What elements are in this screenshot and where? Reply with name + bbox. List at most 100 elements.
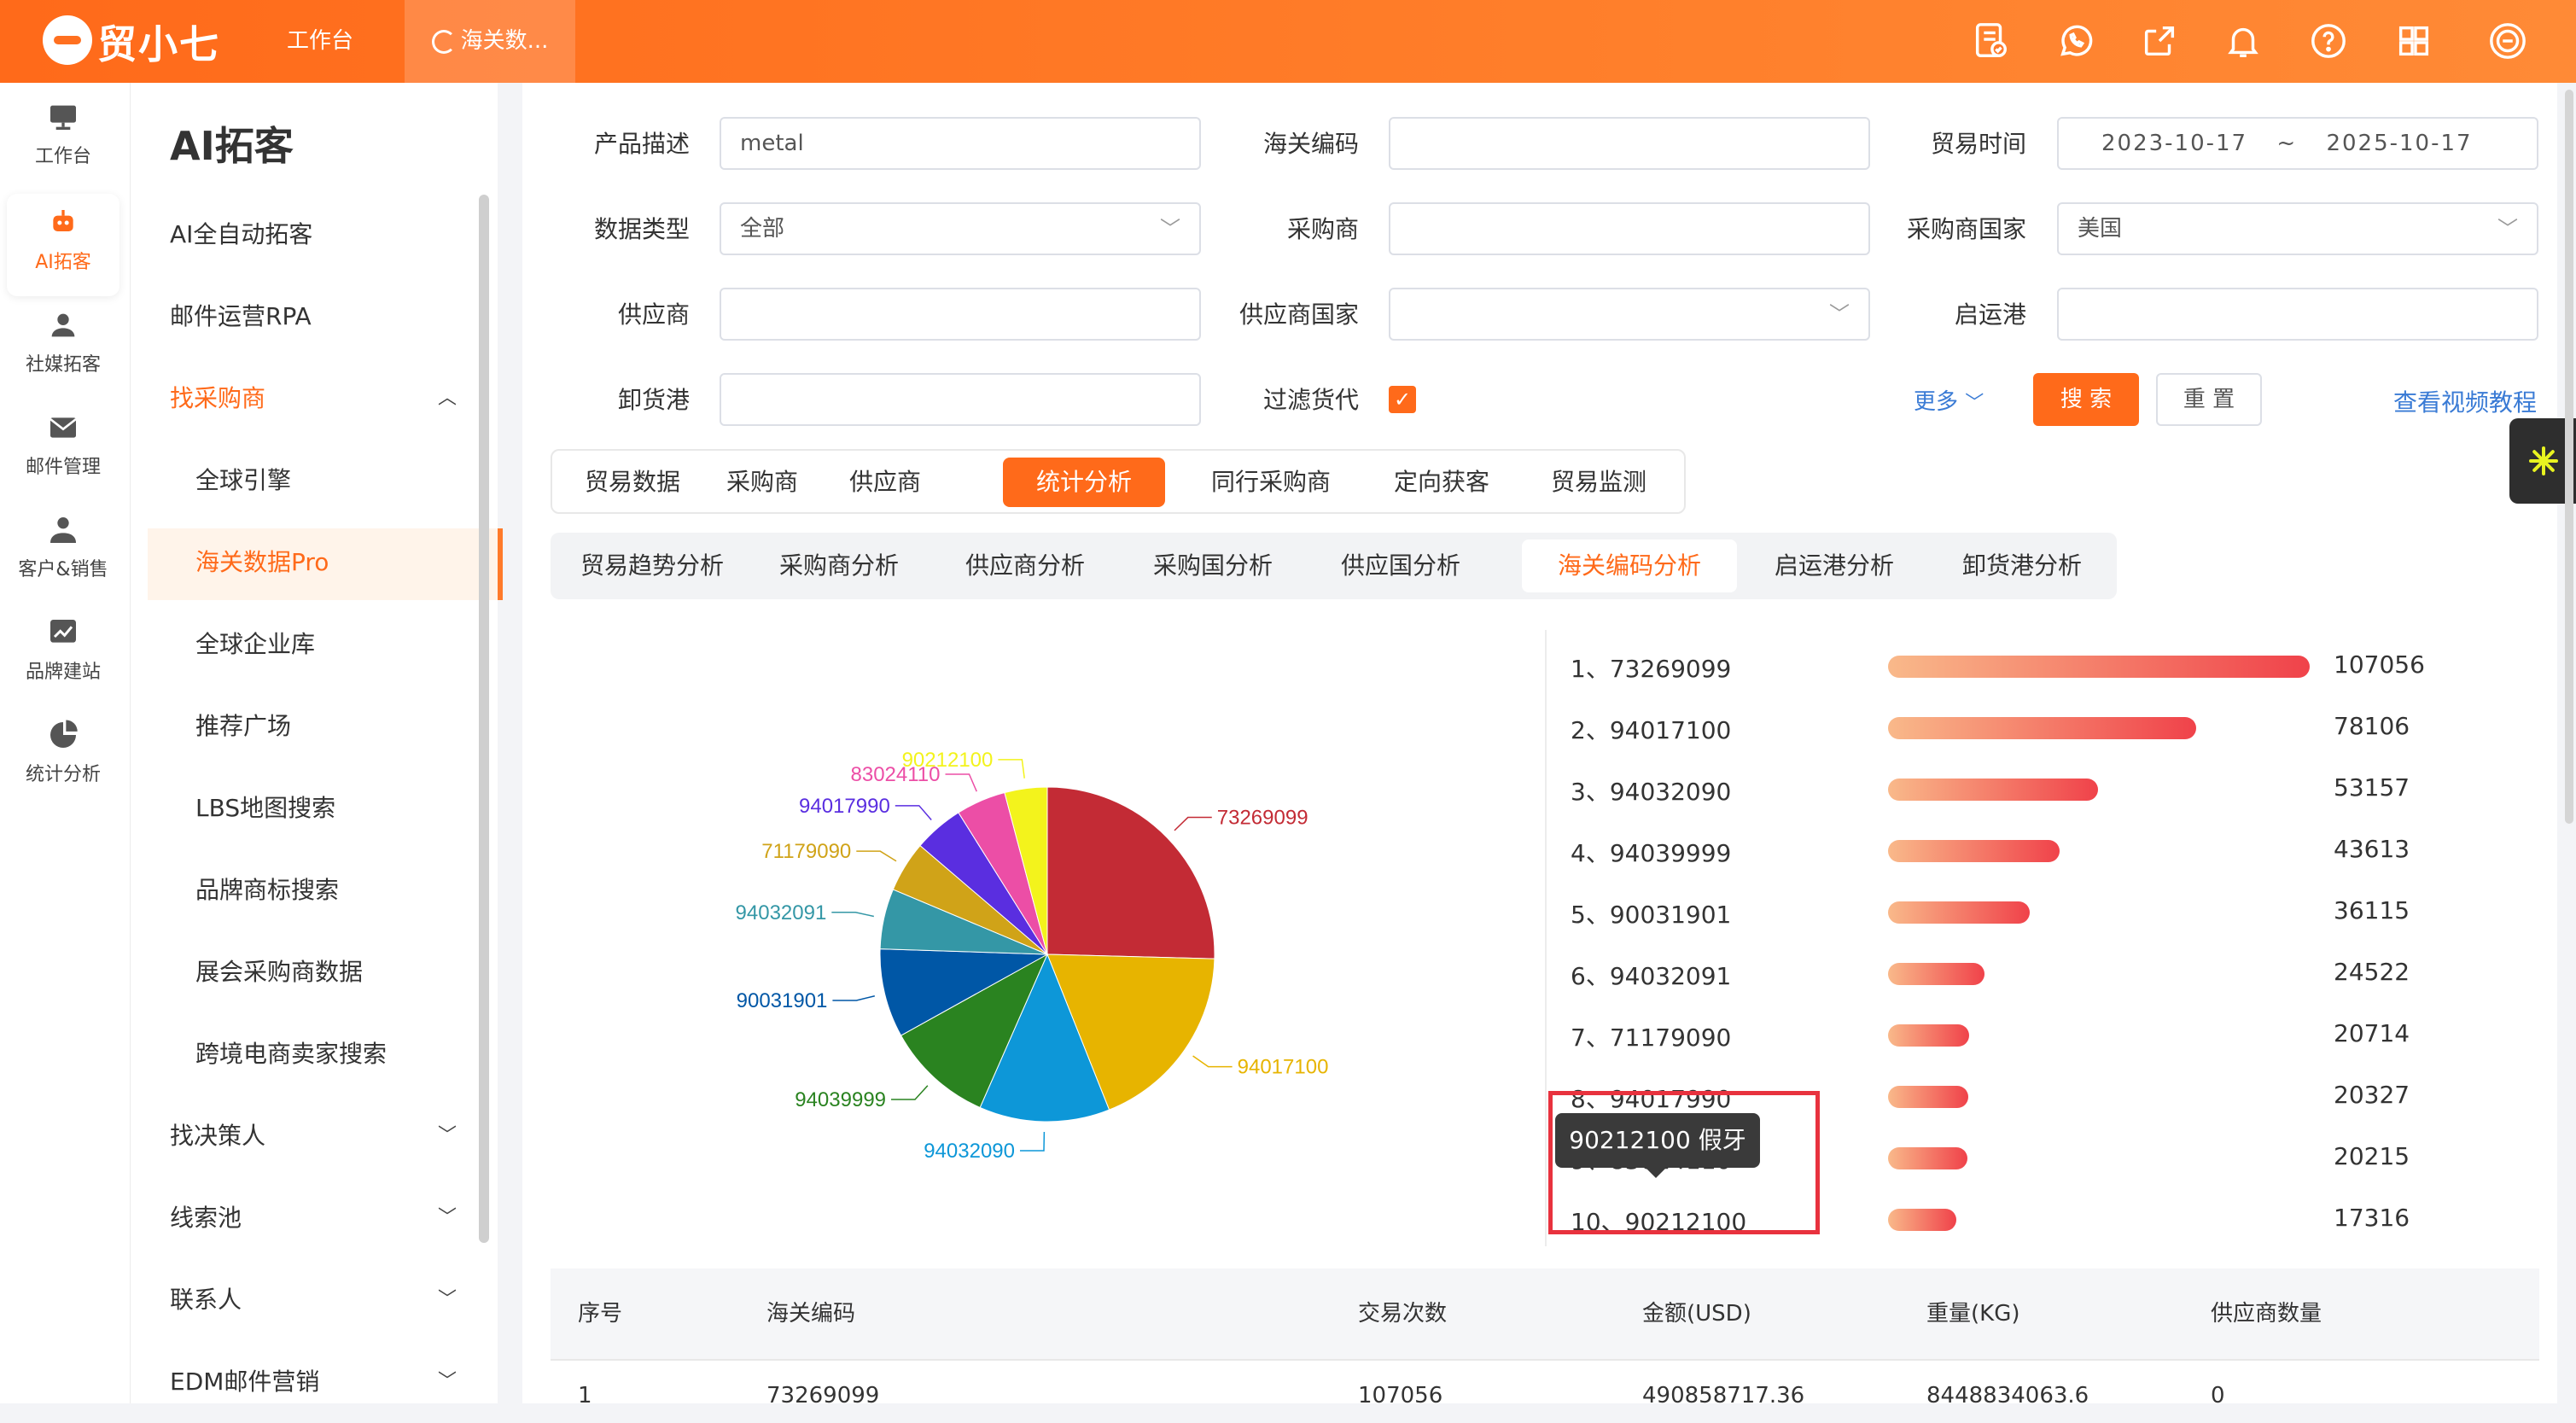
reset-button[interactable]: 重 置 xyxy=(2156,373,2262,426)
tab-buyer-country-analysis[interactable]: 采购国分析 xyxy=(1136,539,1290,592)
column-header-amount[interactable]: 金额(USD) xyxy=(1642,1268,1751,1359)
ranking-label: 7、71179090 xyxy=(1571,1024,1732,1052)
sidebar-item-ai-prospect[interactable]: AI拓客 xyxy=(7,194,119,296)
document-check-icon[interactable] xyxy=(1968,19,2013,63)
tab-trade-data[interactable]: 贸易数据 xyxy=(573,458,692,507)
data-type-value: 全部 xyxy=(740,216,785,242)
product-input[interactable]: metal xyxy=(720,117,1201,170)
whatsapp-icon[interactable] xyxy=(2054,19,2098,63)
tab-buyers[interactable]: 采购商 xyxy=(711,458,813,507)
supplier-country-label: 供应商国家 xyxy=(1238,300,1359,329)
tab-trade-trend[interactable]: 贸易趋势分析 xyxy=(562,539,742,592)
export-icon[interactable] xyxy=(2137,19,2182,63)
pie-icon xyxy=(50,720,78,748)
bell-icon[interactable] xyxy=(2221,19,2265,63)
submenu-item-lead-pool[interactable]: 线索池 ﹀ xyxy=(170,1177,477,1259)
sidebar-item-brand[interactable]: 品牌建站 xyxy=(7,604,119,706)
tab-origin-port-analysis[interactable]: 启运港分析 xyxy=(1757,539,1911,592)
ranking-label: 3、94032090 xyxy=(1571,778,1732,806)
tab-targeted-acquisition[interactable]: 定向获客 xyxy=(1373,458,1510,507)
tab-workbench[interactable]: 工作台 xyxy=(256,0,384,83)
sidebar-item-statistics[interactable]: 统计分析 xyxy=(7,706,119,808)
submenu-item-find-buyers[interactable]: 找采购商 ︿ xyxy=(170,358,477,440)
product-label: 产品描述 xyxy=(593,130,690,158)
table-cell-amount: 490858717.36 xyxy=(1642,1383,1805,1408)
filter-forwarder-checkbox[interactable]: ✓ xyxy=(1389,386,1416,413)
submenu-item-trademark[interactable]: 品牌商标搜索 xyxy=(195,849,503,931)
submenu-group-label: EDM邮件营销 xyxy=(170,1368,320,1396)
search-button[interactable]: 搜 索 xyxy=(2033,373,2139,426)
ranking-value: 24522 xyxy=(2334,958,2410,986)
tab-hscode-analysis[interactable]: 海关编码分析 xyxy=(1522,539,1737,592)
tab-buyer-analysis[interactable]: 采购商分析 xyxy=(762,539,916,592)
submenu-item-expo-buyers[interactable]: 展会采购商数据 xyxy=(195,931,503,1013)
submenu-item-decision-makers[interactable]: 找决策人 ﹀ xyxy=(170,1095,477,1177)
origin-port-input[interactable] xyxy=(2057,288,2538,341)
submenu-item-customs-pro[interactable]: 海关数据Pro xyxy=(195,522,503,604)
ranking-label: 5、90031901 xyxy=(1571,901,1732,929)
table-cell-supplier-count: 0 xyxy=(2211,1383,2225,1408)
sidebar: 工作台 AI拓客 社媒拓客 邮件管理 客户&销售 品牌建站 统计分析 xyxy=(0,83,131,1403)
more-filters-link[interactable]: 更多 ﹀ xyxy=(1914,384,1984,416)
pie-label: 73269099 xyxy=(1217,807,1308,830)
sidebar-item-social[interactable]: 社媒拓客 xyxy=(7,296,119,399)
sidebar-item-label: AI拓客 xyxy=(35,252,91,273)
sidebar-item-workbench[interactable]: 工作台 xyxy=(7,88,119,190)
column-header-trade-count[interactable]: 交易次数 xyxy=(1358,1268,1447,1359)
ranking-label: 4、94039999 xyxy=(1571,839,1732,867)
data-type-label: 数据类型 xyxy=(593,215,690,243)
tab-trade-monitor[interactable]: 贸易监测 xyxy=(1530,458,1667,507)
column-header-index: 序号 xyxy=(578,1301,623,1327)
ranking-bar xyxy=(1888,1147,1967,1169)
ranking-bar xyxy=(1888,717,2196,739)
submenu-item-contacts[interactable]: 联系人 ﹀ xyxy=(170,1259,477,1341)
main-scrollbar[interactable] xyxy=(2565,90,2573,824)
pie-leader-line xyxy=(832,995,875,1001)
chevron-down-icon: ﹀ xyxy=(437,1289,457,1310)
sidebar-item-mail[interactable]: 邮件管理 xyxy=(7,399,119,501)
grid-icon[interactable] xyxy=(2392,19,2436,63)
submenu-item-global-companies[interactable]: 全球企业库 xyxy=(195,604,503,685)
data-type-select[interactable]: 全部 ﹀ xyxy=(720,202,1201,255)
ranking-bar xyxy=(1888,963,1984,985)
column-header-supplier-count[interactable]: 供应商数量 xyxy=(2211,1268,2322,1359)
supplier-country-select[interactable]: ﹀ xyxy=(1389,288,1870,341)
submenu-item-edm[interactable]: EDM邮件营销 ﹀ xyxy=(170,1341,477,1423)
chevron-down-icon: ﹀ xyxy=(437,1371,457,1392)
date-range-input[interactable]: 2023-10-17 ~ 2025-10-17 xyxy=(2057,117,2538,170)
chevron-down-icon: ﹀ xyxy=(437,1207,457,1228)
tab-supplier-analysis[interactable]: 供应商分析 xyxy=(948,539,1102,592)
supplier-input[interactable] xyxy=(720,288,1201,341)
tab-peer-buyers[interactable]: 同行采购商 xyxy=(1186,458,1356,507)
pie-leader-line xyxy=(895,805,932,820)
avatar-icon[interactable] xyxy=(2486,19,2530,63)
tab-customs-data[interactable]: 海关数... xyxy=(405,0,575,83)
ranking-label: 2、94017100 xyxy=(1571,716,1732,744)
submenu-item-global-engine[interactable]: 全球引擎 xyxy=(195,440,503,522)
submenu-item-recommend[interactable]: 推荐广场 xyxy=(195,685,503,767)
submenu-item-ai-auto[interactable]: AI全自动拓客 xyxy=(170,194,477,276)
tab-supplier-country-analysis[interactable]: 供应国分析 xyxy=(1324,539,1477,592)
pie-slice[interactable] xyxy=(1046,786,1215,959)
tab-dest-port-analysis[interactable]: 卸货港分析 xyxy=(1945,539,2099,592)
buyer-input[interactable] xyxy=(1389,202,1870,255)
buyer-country-select[interactable]: 美国 ﹀ xyxy=(2057,202,2538,255)
column-header-weight[interactable]: 重量(KG) xyxy=(1926,1268,2020,1359)
sidebar-item-customer[interactable]: 客户&销售 xyxy=(7,501,119,604)
column-header-hscode[interactable]: 海关编码 xyxy=(766,1268,855,1359)
submenu-item-ecommerce-sellers[interactable]: 跨境电商卖家搜索 xyxy=(195,1013,503,1095)
submenu-scrollbar[interactable] xyxy=(479,195,489,1243)
ranking-bar xyxy=(1888,1209,1956,1231)
tab-statistics[interactable]: 统计分析 xyxy=(1003,458,1165,507)
submenu-item-lbs-map[interactable]: LBS地图搜索 xyxy=(195,767,503,849)
mail-icon xyxy=(50,417,77,438)
date-separator: ~ xyxy=(2276,131,2298,156)
dest-port-input[interactable] xyxy=(720,373,1201,426)
pie-label: 71179090 xyxy=(761,840,851,863)
more-label: 更多 xyxy=(1914,389,1959,415)
hscode-input[interactable] xyxy=(1389,117,1870,170)
submenu-item-mail-rpa[interactable]: 邮件运营RPA xyxy=(170,276,477,358)
video-tutorial-link[interactable]: 查看视频教程 xyxy=(2393,384,2537,418)
tab-suppliers[interactable]: 供应商 xyxy=(834,458,936,507)
help-icon[interactable] xyxy=(2306,19,2351,63)
